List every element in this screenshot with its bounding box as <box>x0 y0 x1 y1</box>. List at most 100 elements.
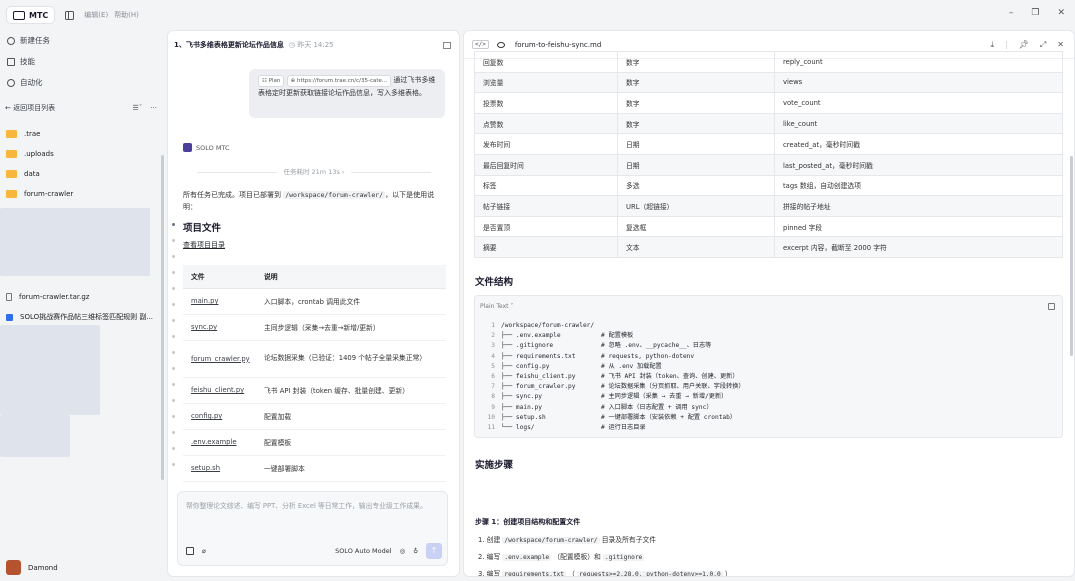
mic-icon[interactable]: ♁ <box>413 547 418 555</box>
menu-edit[interactable]: 编辑(E) <box>84 10 108 20</box>
menu-help[interactable]: 帮助(H) <box>114 10 139 20</box>
line-number: 7 <box>491 383 495 391</box>
file-icon <box>6 293 12 301</box>
pin-icon[interactable]: 📌︎ <box>1019 40 1029 50</box>
line-number: 6 <box>491 373 495 381</box>
back-to-projects[interactable]: ← 返回项目列表 ☰ˇ ··· <box>0 98 165 118</box>
code-text: ├── config.py <box>501 362 550 370</box>
code-comment: # 忽略 .env、__pycache__、日志等 <box>601 342 712 350</box>
step-text: （配置模板）和 <box>551 553 604 561</box>
code-comment: # 论坛数据采集（分页抓取、用户关联、字段转换） <box>601 383 745 391</box>
table-row: 帖子链接 URL（超链接） 拼接的帖子地址 <box>474 195 1063 217</box>
input-placeholder: 帮你整理论文综述、编写 PPT、分析 Excel 等日常工作，输出专业级工作成果… <box>186 502 427 510</box>
automation-button[interactable]: 自动化 <box>0 72 165 93</box>
restore-icon[interactable]: ❐ <box>1031 8 1039 18</box>
code-line: 3 ├── .gitignore # 忽略 .env、__pycache__、日志等 <box>481 341 711 351</box>
panel-toggle-icon[interactable] <box>443 41 451 49</box>
folder-item[interactable]: .uploads <box>0 144 165 164</box>
list-view-icon[interactable]: ☰ˇ <box>133 104 143 112</box>
folder-item[interactable]: .trae <box>0 124 165 144</box>
expand-icon[interactable]: ⤢ <box>1040 40 1046 50</box>
step-text: ） <box>722 570 732 577</box>
code-text: ├── feishu_client.py <box>501 373 576 381</box>
send-button[interactable]: ↑ <box>426 543 442 559</box>
preview-eye-icon[interactable] <box>496 41 505 48</box>
field-name: 投票数 <box>474 92 618 114</box>
close-doc-icon[interactable]: ✕ <box>1057 40 1064 50</box>
chat-input[interactable]: 帮你整理论文综述、编写 PPT、分析 Excel 等日常工作，输出专业级工作成果… <box>177 491 448 566</box>
more-icon[interactable]: ··· <box>150 104 157 112</box>
code-text: ├── forum_crawler.py <box>501 383 576 391</box>
line-number: 3 <box>491 342 495 350</box>
doc-scrollbar[interactable] <box>1070 156 1073 356</box>
code-block: Plain Text ˅ 1/workspace/forum-crawler/2… <box>474 295 1063 438</box>
download-icon[interactable]: ⤓ <box>990 40 994 50</box>
inline-code: /workspace/forum-crawler/ <box>502 537 600 544</box>
file-item[interactable]: SOLO挑战赛作品帖三维标签匹配规则 副... <box>0 307 165 327</box>
code-line: 1/workspace/forum-crawler/ <box>481 321 594 331</box>
code-comment: # 入口脚本（日志配置 + 调用 sync） <box>601 403 713 411</box>
code-line: 11 └── logs/ # 运行日志目录 <box>481 423 646 433</box>
code-line: 4 ├── requirements.txt # requests, python-… <box>481 352 694 362</box>
code-view-icon[interactable]: </> <box>472 40 489 49</box>
view-dir-link[interactable]: 查看项目目录 <box>183 240 225 250</box>
link-chip[interactable]: ⊕ https://forum.trae.cn/c/35-cate... <box>286 75 392 87</box>
field-name: 是否置顶 <box>474 215 618 238</box>
file-link[interactable]: .env.example <box>183 429 256 456</box>
new-task-button[interactable]: 新建任务 <box>0 30 165 51</box>
file-desc: 入口脚本，crontab 调用此文件 <box>256 288 446 315</box>
user-profile[interactable]: Damond <box>6 560 58 575</box>
folder-item[interactable]: data <box>0 164 165 184</box>
step-text: 1. 创建 <box>478 536 503 544</box>
copy-icon[interactable] <box>1048 303 1055 310</box>
file-link[interactable]: sync.py <box>183 314 256 341</box>
file-desc: 主同步逻辑（采集→去重→新增/更新） <box>256 314 446 341</box>
table-row: main.py 入口脚本，crontab 调用此文件 <box>183 288 446 315</box>
field-type: 日期 <box>617 153 775 176</box>
file-link[interactable]: config.py <box>183 403 256 430</box>
sidebar-toggle-icon[interactable] <box>65 10 75 20</box>
clock-icon <box>7 78 15 87</box>
field-source: excerpt 内容，截断至 2000 字符 <box>774 236 1063 258</box>
app-switcher[interactable]: MTC <box>6 6 56 24</box>
code-text: /workspace/forum-crawler/ <box>501 322 595 329</box>
col-desc: 说明 <box>256 265 446 289</box>
doc-icon <box>6 313 13 321</box>
sidebar-scrollbar[interactable] <box>161 155 164 480</box>
paperclip-icon[interactable]: ⌀ <box>202 547 206 555</box>
app-name: MTC <box>29 10 49 20</box>
folder-item[interactable]: forum-crawler <box>0 184 165 204</box>
list-item: 2. 编写 .env.example （配置模板）和 .gitignore <box>478 549 732 566</box>
code-comment: # 配置模板 <box>601 332 634 340</box>
task-time: ◷ 昨天 14:25 <box>288 41 334 49</box>
field-source: views <box>774 71 1063 94</box>
attach-context-icon[interactable] <box>186 547 194 555</box>
skills-button[interactable]: 技能 <box>0 51 165 72</box>
code-line: 8 ├── sync.py # 主同步逻辑（采集 → 去重 → 新增/更新） <box>481 392 727 402</box>
minimize-icon[interactable]: – <box>1009 8 1014 18</box>
file-link[interactable]: setup.sh <box>183 455 256 482</box>
file-link[interactable]: feishu_client.py <box>183 377 256 404</box>
code-lang[interactable]: Plain Text ˅ <box>480 303 513 310</box>
file-link[interactable]: main.py <box>183 288 256 315</box>
outline-dots[interactable] <box>172 223 175 479</box>
file-desc: 一键部署脚本 <box>256 455 446 482</box>
field-name: 标签 <box>474 174 618 197</box>
table-row: 点赞数 数字 like_count <box>474 112 1063 135</box>
file-desc: 配置加载 <box>256 403 446 430</box>
model-selector[interactable]: SOLO Auto Model <box>335 547 392 555</box>
file-link[interactable]: forum_crawler.py <box>183 340 256 378</box>
code-text: ├── setup.sh <box>501 413 546 421</box>
chat-mode-icon[interactable]: ◎ <box>400 547 406 555</box>
line-number: 9 <box>491 403 495 411</box>
file-item[interactable]: forum-crawler.tar.gz <box>0 287 165 307</box>
table-row: config.py 配置加载 <box>183 403 446 430</box>
field-name: 帖子链接 <box>474 195 618 217</box>
inline-code: requests>=2.28.0, python-dotenv>=1.0.0 <box>577 571 723 577</box>
field-name: 最后回复时间 <box>474 153 618 176</box>
task-duration[interactable]: 任务耗时 21m 13s › <box>183 166 445 176</box>
step-text: 3. 编写 <box>478 570 503 577</box>
plan-chip[interactable]: ☷ Plan <box>258 75 285 87</box>
field-type: 多选 <box>617 174 775 197</box>
close-window-icon[interactable]: ✕ <box>1057 8 1065 18</box>
